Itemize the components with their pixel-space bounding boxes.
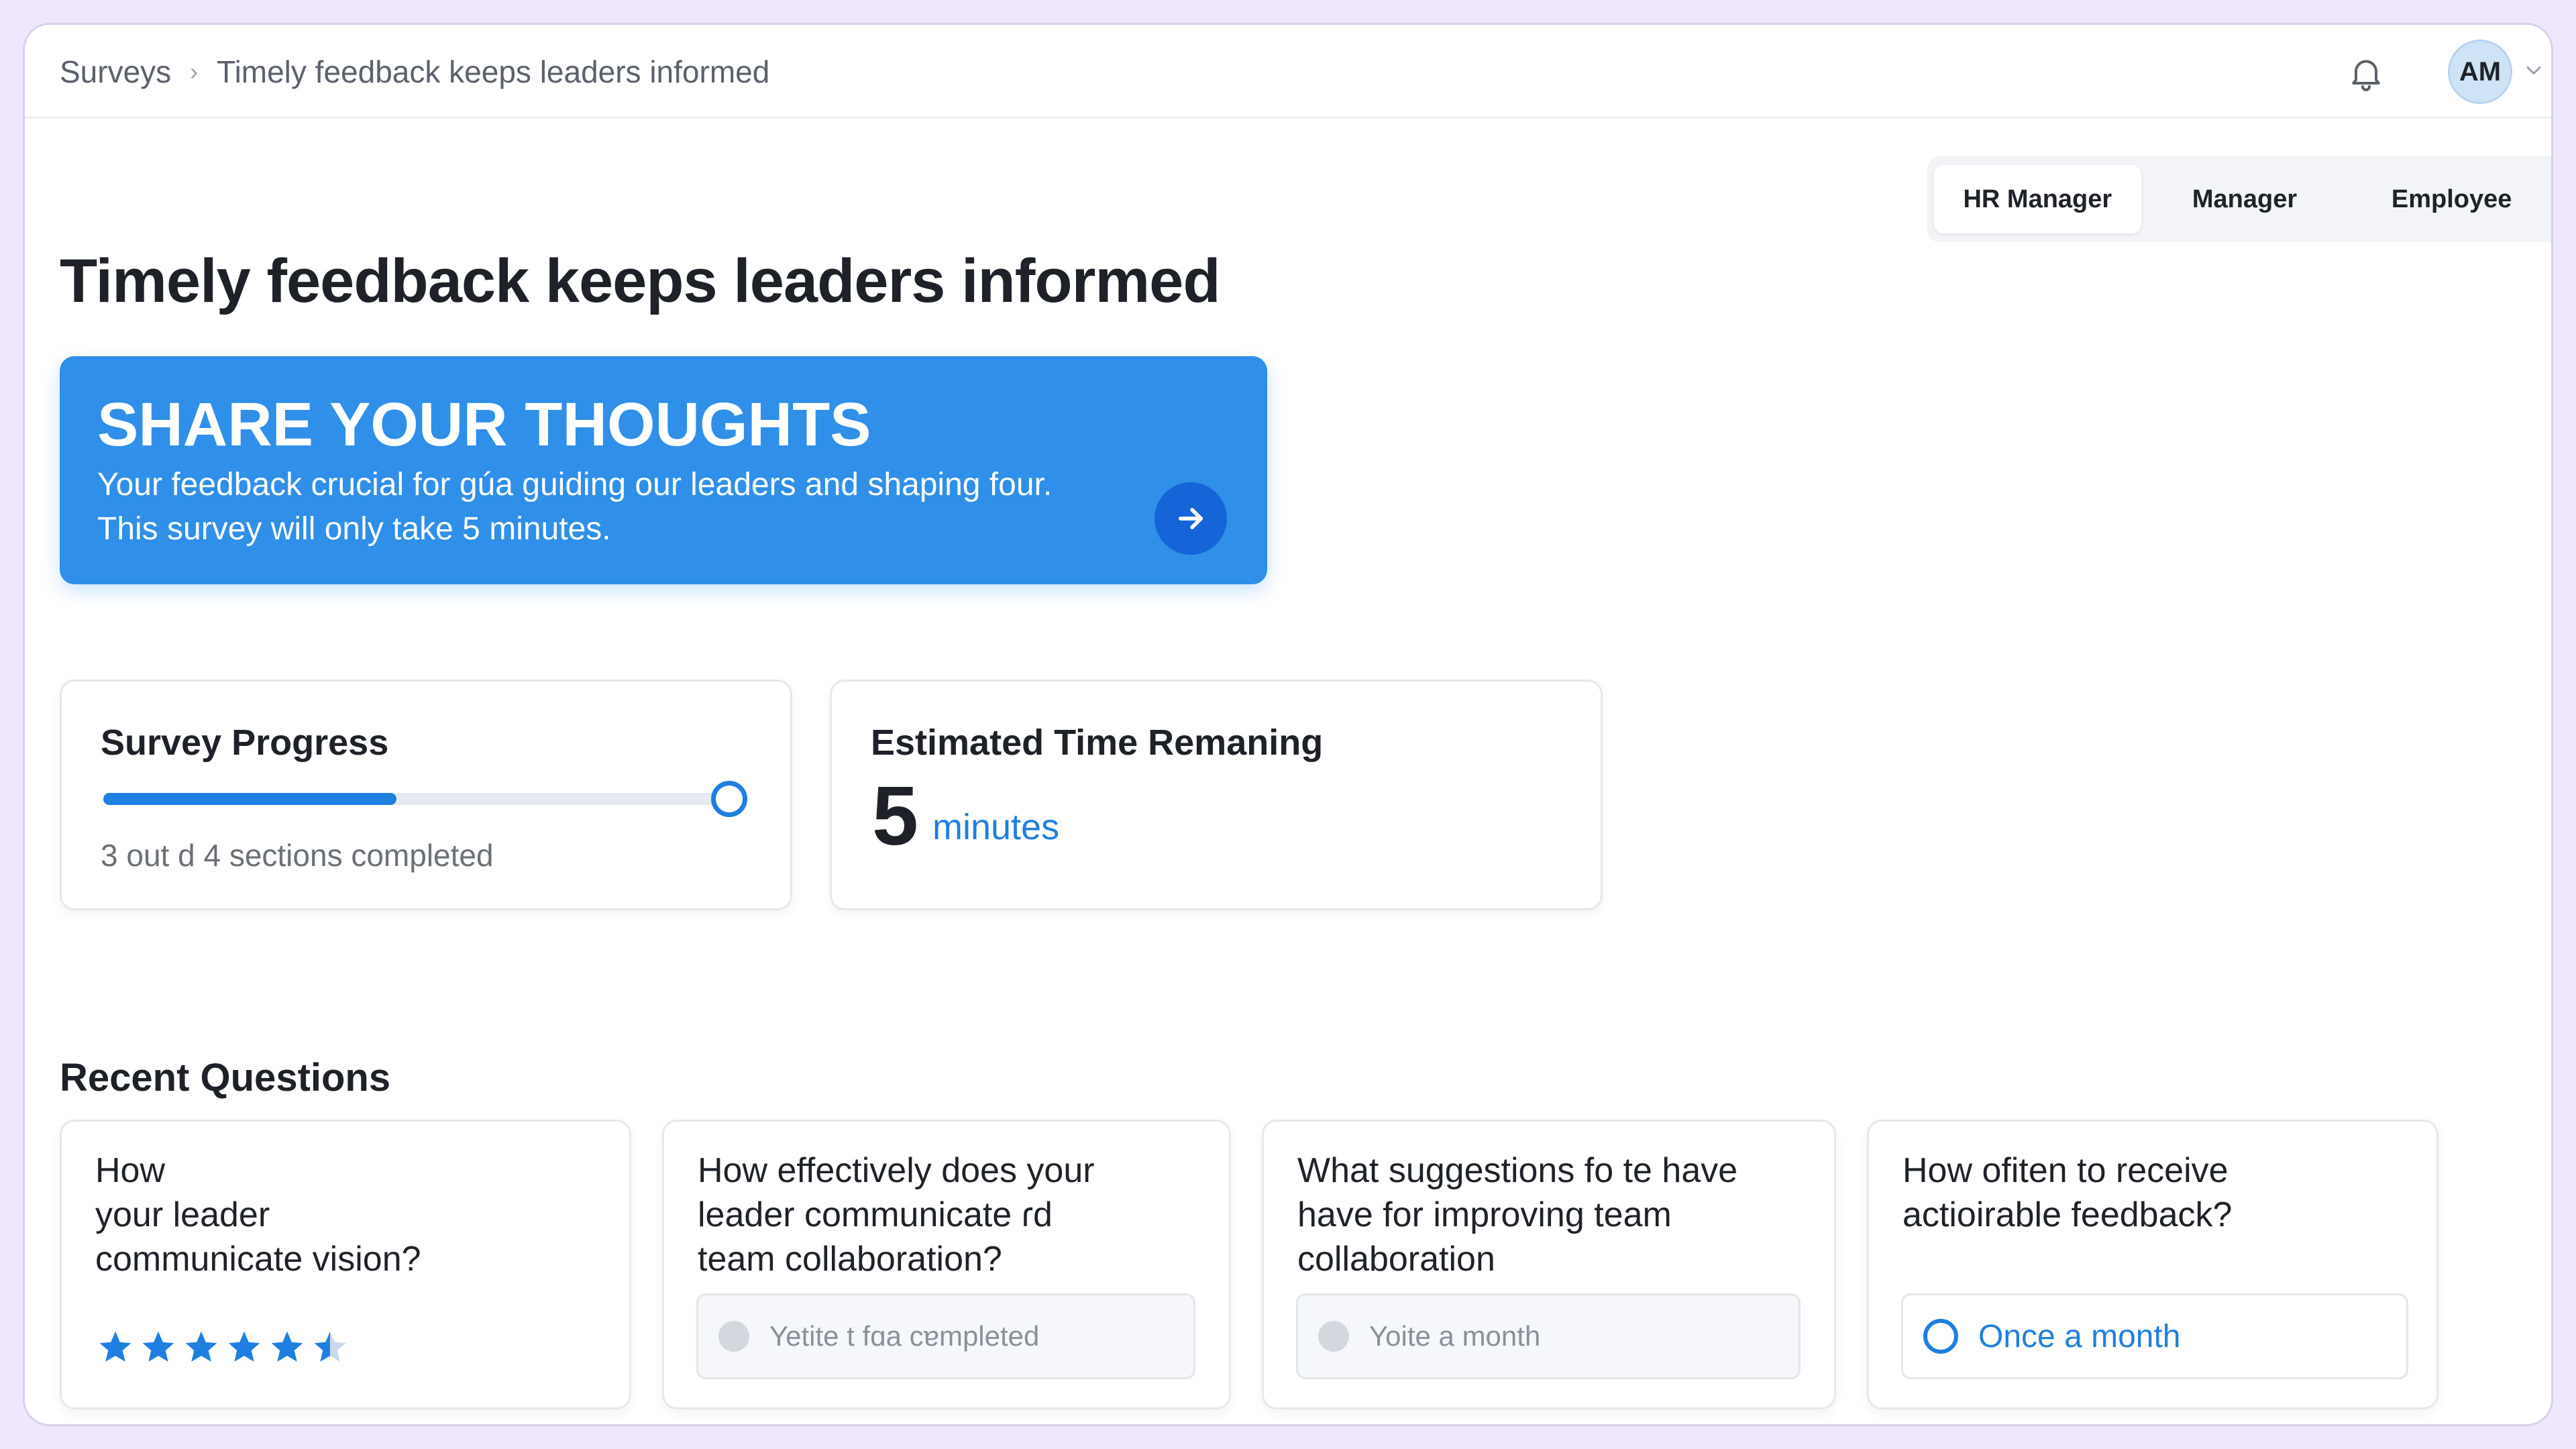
answer-option[interactable]: Yoite a month <box>1296 1293 1801 1379</box>
bell-icon[interactable] <box>2346 53 2386 93</box>
progress-track <box>103 793 727 805</box>
question-line: communicate vision? <box>95 1240 421 1279</box>
banner-description: Your feedback crucial for gúa guiding ou… <box>97 467 1053 502</box>
share-thoughts-banner: SHARE YOUR THOUGHTS Your feedback crucia… <box>60 356 1267 584</box>
question-card-feedback-frequency[interactable]: How ofiten to receive actioirable feedba… <box>1867 1120 2438 1409</box>
page-title: Timely feedback keeps leaders informed <box>60 247 1221 315</box>
breadcrumb-current: Timely feedback keeps leaders informed <box>217 54 770 89</box>
progress-handle <box>711 781 747 817</box>
chevron-down-icon[interactable] <box>2522 58 2546 83</box>
question-text: What suggestions fo te have have for imp… <box>1297 1148 1737 1281</box>
app-window: Surveys › Timely feedback keeps leaders … <box>23 23 2553 1426</box>
breadcrumb: Surveys › Timely feedback keeps leaders … <box>60 25 769 119</box>
star-rating[interactable] <box>97 1328 349 1366</box>
question-card-suggestions[interactable]: What suggestions fo te have have for imp… <box>1262 1120 1836 1409</box>
question-text: How your leader communicate vision? <box>95 1148 421 1281</box>
user-avatar[interactable]: AM <box>2448 40 2512 104</box>
question-card-communication[interactable]: How effectively does your leader communi… <box>662 1120 1231 1409</box>
answer-label: Yetite t fɑa cɐmpleted <box>769 1320 1040 1352</box>
question-line: your leader <box>95 1195 270 1234</box>
question-line: actioirable feedback? <box>1902 1195 2233 1234</box>
star-icon[interactable] <box>182 1328 220 1366</box>
answer-label: Yoite a month <box>1369 1320 1541 1352</box>
time-remaining-card: Estimated Time Remaning 5 minutes <box>830 680 1603 910</box>
time-remaining-unit: minutes <box>932 807 1060 847</box>
question-line: have for improving team <box>1297 1195 1672 1234</box>
time-remaining-title: Estimated Time Remaning <box>871 722 1324 763</box>
question-line: How effectively does your <box>698 1151 1095 1190</box>
star-icon[interactable] <box>140 1328 177 1366</box>
tab-manager[interactable]: Manager <box>2141 165 2349 233</box>
radio-dot-icon <box>1318 1321 1349 1352</box>
banner-title: SHARE YOUR THOUGHTS <box>97 390 871 459</box>
recent-questions-heading: Recent Questions <box>60 1056 391 1099</box>
survey-progress-title: Survey Progress <box>101 722 389 763</box>
breadcrumb-surveys-link[interactable]: Surveys <box>60 54 171 90</box>
answer-option[interactable]: Yetite t fɑa cɐmpleted <box>696 1293 1195 1379</box>
arrow-right-icon <box>1179 508 1203 529</box>
breadcrumb-chevron-icon: › <box>190 58 199 85</box>
tab-employee[interactable]: Employee <box>2348 165 2551 233</box>
top-bar: Surveys › Timely feedback keeps leaders … <box>25 25 2551 119</box>
question-line: leader communicate ɾd <box>698 1195 1053 1234</box>
question-line: How <box>95 1151 166 1190</box>
star-icon[interactable] <box>268 1328 306 1366</box>
question-line: What suggestions fo te have <box>1297 1151 1738 1190</box>
radio-button-icon[interactable] <box>1923 1319 1958 1354</box>
start-survey-button[interactable] <box>1155 482 1227 555</box>
answer-label: Once a month <box>1978 1318 2181 1354</box>
banner-duration-note: This survey will only take 5 minutes. <box>97 511 611 547</box>
star-icon[interactable] <box>97 1328 134 1366</box>
question-line: How ofiten to receive <box>1902 1151 2229 1190</box>
star-icon[interactable] <box>311 1328 349 1366</box>
question-line: team collaboration? <box>698 1240 1002 1279</box>
answer-option-selected[interactable]: Once a month <box>1901 1293 2408 1379</box>
role-switcher: HR Manager Manager Employee <box>1927 156 2551 242</box>
radio-dot-icon <box>718 1321 749 1352</box>
survey-progress-card: Survey Progress 3 out d 4 sections compl… <box>60 680 792 910</box>
time-remaining-value: 5 <box>872 770 918 863</box>
question-text: How ofiten to receive actioirable feedba… <box>1902 1148 2232 1237</box>
progress-fill <box>103 793 397 805</box>
question-text: How effectively does your leader communi… <box>698 1148 1095 1281</box>
star-icon[interactable] <box>225 1328 263 1366</box>
question-line: collaboration <box>1297 1240 1495 1279</box>
progress-status-text: 3 out d 4 sections completed <box>101 838 494 873</box>
tab-hr-manager[interactable]: HR Manager <box>1934 165 2141 233</box>
question-card-vision[interactable]: How your leader communicate vision? <box>60 1120 631 1409</box>
